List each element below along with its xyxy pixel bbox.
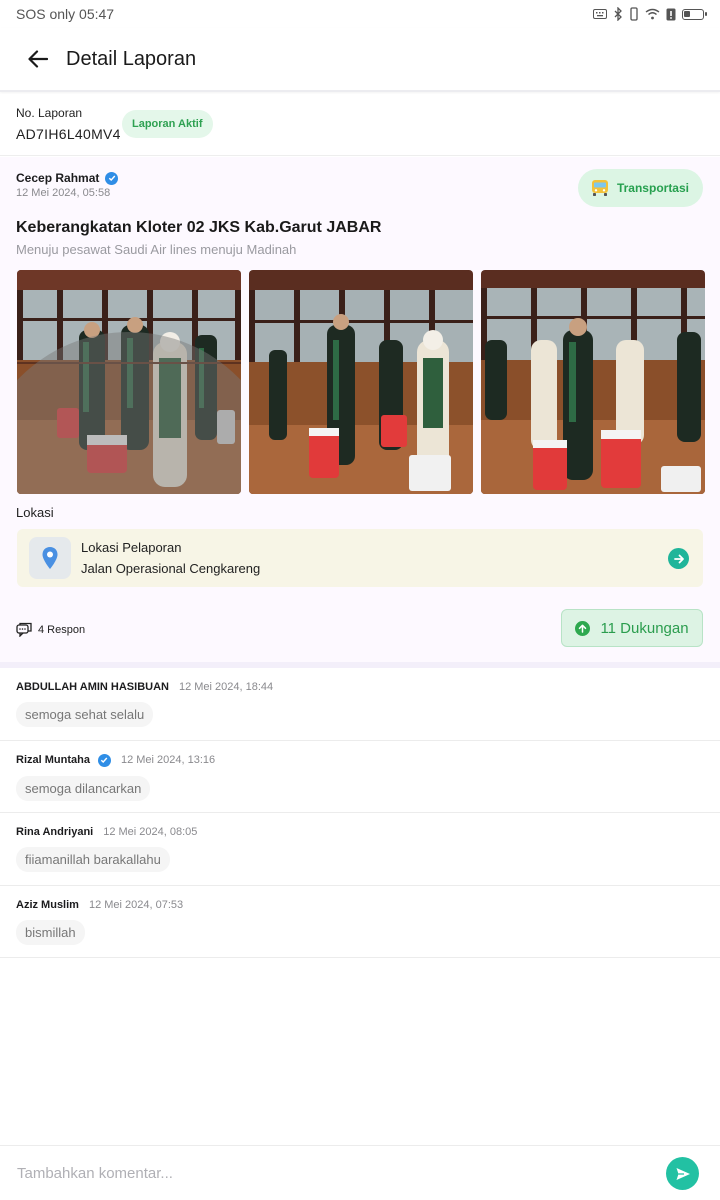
report-number-label: No. Laporan <box>16 106 83 120</box>
comment-item: ABDULLAH AMIN HASIBUAN 12 Mei 2024, 18:4… <box>0 668 720 741</box>
send-icon <box>676 1167 690 1180</box>
bus-icon <box>591 180 608 196</box>
comment-author: Rina Andriyani <box>16 826 94 838</box>
report-description: Menuju pesawat Saudi Air lines menuju Ma… <box>16 242 297 257</box>
report-photo[interactable] <box>481 270 705 494</box>
report-number: AD7IH6L40MV4 <box>16 126 121 142</box>
comment-text: semoga dilancarkan <box>16 775 151 801</box>
support-button[interactable]: 11 Dukungan <box>561 609 703 647</box>
back-button[interactable] <box>24 45 52 73</box>
alert-icon <box>666 8 676 20</box>
verified-icon <box>97 753 111 767</box>
page-title: Detail Laporan <box>66 47 197 70</box>
status-badge: Laporan Aktif <box>122 110 213 138</box>
status-icons <box>593 7 707 21</box>
arrow-up-icon <box>575 620 591 636</box>
comment-text: fiiamanillah barakallahu <box>16 847 170 872</box>
report-title: Keberangkatan Kloter 02 JKS Kab.Garut JA… <box>16 219 382 236</box>
comment-author: Aziz Muslim <box>16 898 79 911</box>
comment-time: 12 Mei 2024, 18:44 <box>178 681 274 693</box>
photo-gallery <box>17 270 705 494</box>
location-title: Lokasi Pelaporan <box>81 540 182 555</box>
category-chip: Transportasi <box>577 169 703 207</box>
comment-author: ABDULLAH AMIN HASIBUAN <box>16 681 169 693</box>
comment-time: 12 Mei 2024, 07:53 <box>88 898 184 911</box>
verified-icon <box>105 171 119 185</box>
location-address: Jalan Operasional Cengkareng <box>81 561 261 576</box>
response-count-label: 4 Respon <box>38 623 86 636</box>
location-pin-icon <box>29 537 71 579</box>
report-author: Cecep Rahmat <box>16 171 119 185</box>
arrow-right-icon <box>668 548 689 569</box>
status-bar: SOS only 05:47 <box>0 0 720 28</box>
comment-item: Rizal Muntaha 12 Mei 2024, 13:16 semoga … <box>0 741 720 813</box>
location-label: Lokasi <box>16 505 54 520</box>
comment-time: 12 Mei 2024, 13:16 <box>120 754 216 766</box>
report-date: 12 Mei 2024, 05:58 <box>16 187 111 199</box>
author-name: Cecep Rahmat <box>16 171 100 185</box>
comment-item: Rina Andriyani 12 Mei 2024, 08:05 fiiama… <box>0 813 720 886</box>
comment-text: semoga sehat selalu <box>16 702 154 727</box>
chat-icon <box>16 622 32 637</box>
send-button[interactable] <box>666 1157 699 1190</box>
response-count: 4 Respon <box>16 622 85 637</box>
category-label: Transportasi <box>616 181 689 195</box>
arrow-left-icon <box>28 50 48 68</box>
report-number-section: No. Laporan AD7IH6L40MV4 Laporan Aktif <box>0 94 720 156</box>
comment-bar <box>0 1145 720 1200</box>
comment-author: Rizal Muntaha <box>16 754 90 766</box>
report-photo[interactable] <box>249 270 473 494</box>
comment-item: Aziz Muslim 12 Mei 2024, 07:53 bismillah <box>0 886 720 958</box>
location-card[interactable]: Lokasi Pelaporan Jalan Operasional Cengk… <box>17 529 703 587</box>
keyboard-icon <box>593 9 607 19</box>
status-text: SOS only 05:47 <box>16 6 115 22</box>
bluetooth-icon <box>614 7 622 21</box>
support-count: 11 Dukungan <box>600 619 689 637</box>
comment-input[interactable] <box>17 1164 617 1182</box>
report-photo[interactable] <box>17 270 241 494</box>
comment-text: bismillah <box>16 919 85 945</box>
comment-list: ABDULLAH AMIN HASIBUAN 12 Mei 2024, 18:4… <box>0 668 720 958</box>
vibrate-icon <box>630 7 638 21</box>
app-bar: Detail Laporan <box>0 28 720 92</box>
report-card: Cecep Rahmat 12 Mei 2024, 05:58 Transpor… <box>0 157 720 662</box>
comment-time: 12 Mei 2024, 08:05 <box>103 826 198 838</box>
battery-icon <box>682 8 707 20</box>
wifi-icon <box>645 8 660 20</box>
